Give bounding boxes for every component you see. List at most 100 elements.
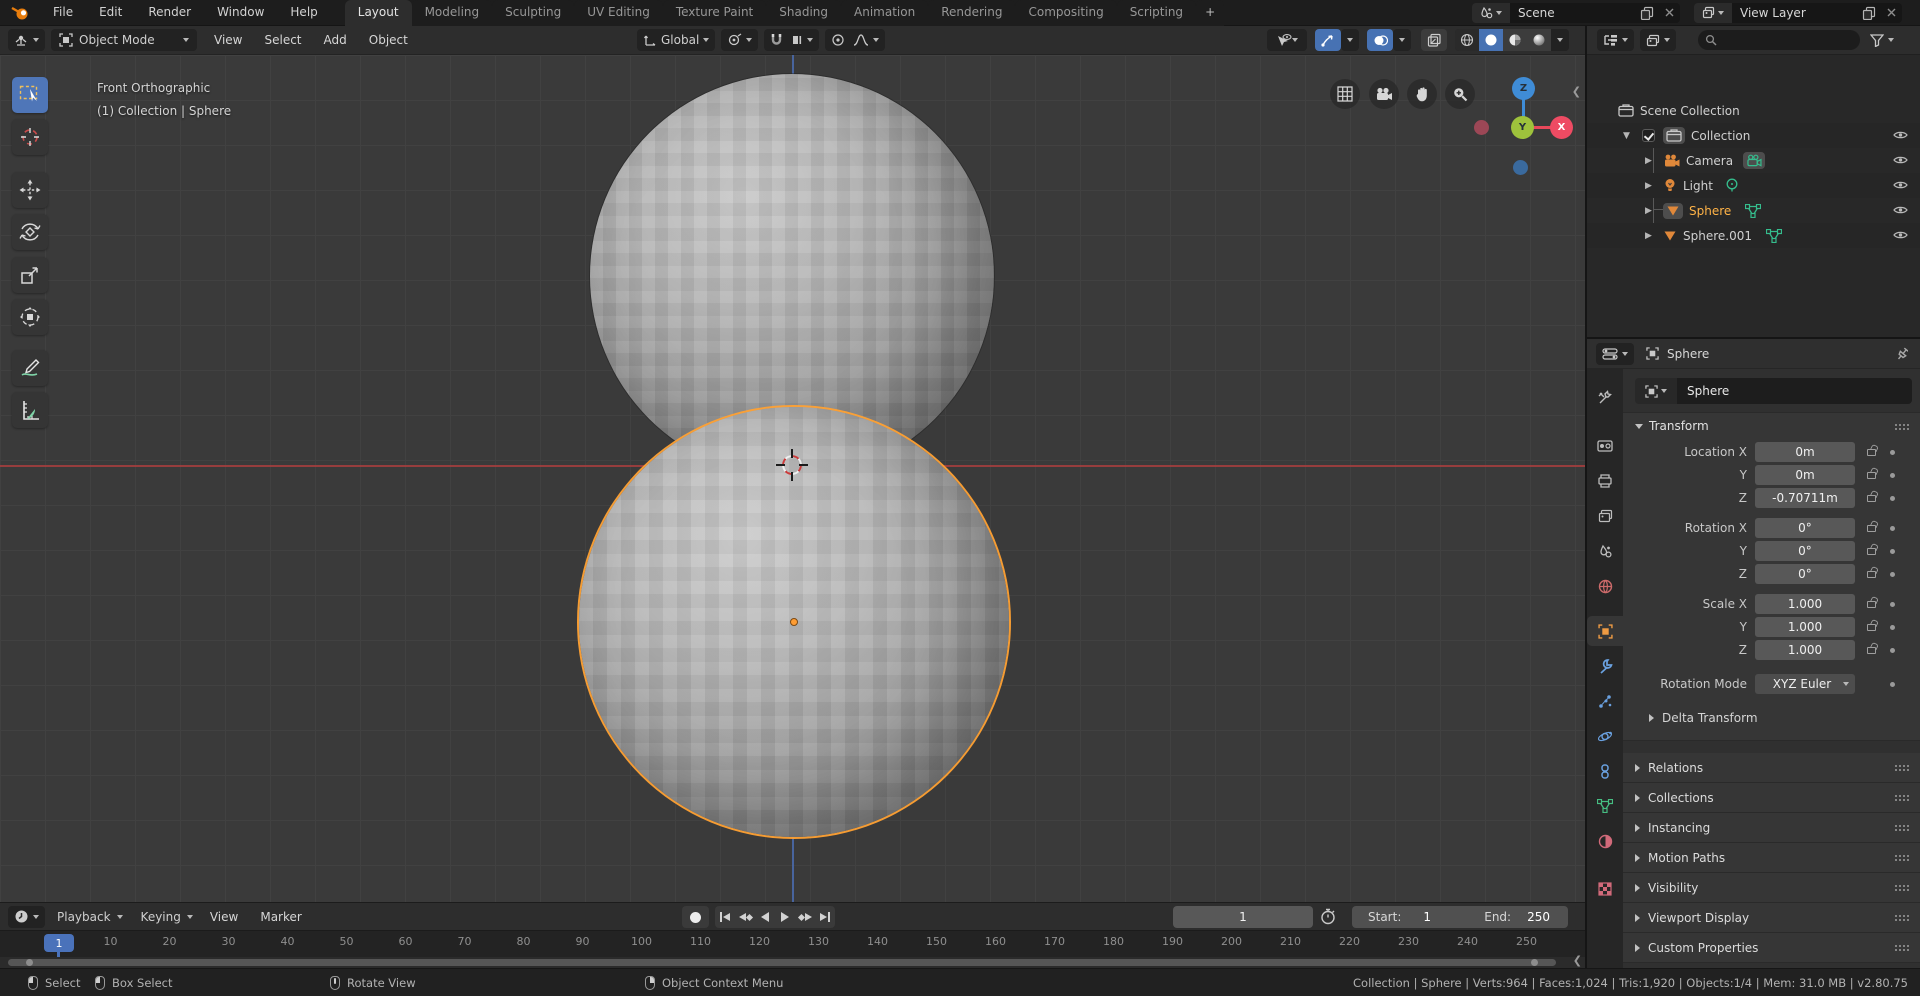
pan-view-button[interactable] xyxy=(1407,79,1437,109)
animate-dot[interactable] xyxy=(1890,602,1895,607)
jump-to-end-button[interactable] xyxy=(815,906,835,928)
collapsed-panel-header[interactable]: Motion Paths xyxy=(1623,843,1920,873)
transform-tool[interactable] xyxy=(12,299,48,335)
scrollbar-thumb[interactable] xyxy=(8,959,1556,966)
mode-dropdown[interactable]: Object Mode xyxy=(51,29,197,51)
tab-modifiers[interactable] xyxy=(1587,651,1623,681)
collapsed-panel-header[interactable]: Collections xyxy=(1623,783,1920,813)
outliner-editor-type-button[interactable] xyxy=(1597,29,1634,51)
transform-value-field[interactable]: 0° xyxy=(1755,518,1855,538)
shading-wireframe-button[interactable] xyxy=(1455,29,1479,51)
drag-grip-icon[interactable] xyxy=(1894,884,1910,891)
visibility-dropdown[interactable] xyxy=(1267,29,1307,51)
collection-checkbox[interactable] xyxy=(1642,129,1655,142)
animate-dot[interactable] xyxy=(1890,625,1895,630)
workspace-tab[interactable]: Texture Paint xyxy=(663,0,766,26)
gizmos-dropdown[interactable] xyxy=(1341,29,1359,51)
menu-item[interactable]: Render xyxy=(135,0,204,25)
workspace-tab[interactable]: Scripting xyxy=(1117,0,1196,26)
timeline-editor-type-button[interactable] xyxy=(8,906,45,928)
next-keyframe-button[interactable] xyxy=(795,906,815,928)
outliner-row-sphere-selected[interactable]: ▶ Sphere xyxy=(1587,198,1920,223)
outliner-row-scene-collection[interactable]: Scene Collection xyxy=(1587,98,1920,123)
gizmos-toggle[interactable] xyxy=(1315,29,1341,51)
transform-value-field[interactable]: -0.70711m xyxy=(1755,488,1855,508)
disclosure-open-icon[interactable]: ▼ xyxy=(1623,131,1633,141)
timeline-ruler[interactable]: 1 10203040506070809010011012013014015016… xyxy=(0,930,1585,957)
eye-icon[interactable] xyxy=(1893,179,1908,191)
view-layer-browse-button[interactable] xyxy=(1694,3,1732,23)
lock-icon[interactable] xyxy=(1863,571,1879,578)
tab-render[interactable] xyxy=(1587,431,1623,461)
pin-icon[interactable] xyxy=(1895,347,1908,361)
transform-value-field[interactable]: 0m xyxy=(1755,442,1855,462)
menu-item[interactable]: File xyxy=(40,0,86,25)
camera-view-button[interactable] xyxy=(1369,79,1399,109)
transform-value-field[interactable]: 1.000 xyxy=(1755,640,1855,660)
play-reverse-button[interactable] xyxy=(755,906,775,928)
blender-logo-icon[interactable] xyxy=(10,5,32,21)
scrollbar-handle-left[interactable] xyxy=(26,959,33,966)
menu-item[interactable]: Help xyxy=(277,0,330,25)
transform-value-field[interactable]: 0° xyxy=(1755,541,1855,561)
orientation-dropdown[interactable]: Global xyxy=(637,29,715,51)
gizmo-x-negative[interactable] xyxy=(1474,120,1489,135)
drag-grip-icon[interactable] xyxy=(1894,794,1910,801)
disclosure-closed-icon[interactable]: ▶ xyxy=(1645,206,1655,216)
menu-item[interactable]: Window xyxy=(204,0,277,25)
keying-menu[interactable]: Keying xyxy=(135,906,199,928)
tab-object-data[interactable] xyxy=(1587,791,1623,821)
timeline-view-menu[interactable]: View xyxy=(199,910,249,924)
lock-icon[interactable] xyxy=(1863,495,1879,502)
eye-icon[interactable] xyxy=(1893,204,1908,216)
lock-icon[interactable] xyxy=(1863,601,1879,608)
object-name-input[interactable]: Sphere xyxy=(1677,378,1912,404)
tab-tool[interactable] xyxy=(1587,383,1623,413)
overlays-toggle[interactable] xyxy=(1367,29,1393,51)
eye-icon[interactable] xyxy=(1893,154,1908,166)
mesh-data-icon[interactable] xyxy=(1745,204,1761,218)
toggle-grid-button[interactable] xyxy=(1330,79,1360,109)
timeline-collapse-arrow[interactable]: ❮ xyxy=(1573,954,1582,967)
playback-menu[interactable]: Playback xyxy=(51,906,129,928)
eye-icon[interactable] xyxy=(1893,129,1908,141)
disclosure-closed-icon[interactable]: ▶ xyxy=(1645,231,1655,241)
collapsed-panel-header[interactable]: Instancing xyxy=(1623,813,1920,843)
eye-icon[interactable] xyxy=(1893,229,1908,241)
lock-icon[interactable] xyxy=(1863,525,1879,532)
drag-grip-icon[interactable] xyxy=(1894,914,1910,921)
scrollbar-handle-right[interactable] xyxy=(1531,959,1538,966)
animate-dot[interactable] xyxy=(1890,572,1895,577)
animate-dot[interactable] xyxy=(1890,496,1895,501)
previous-keyframe-button[interactable] xyxy=(735,906,755,928)
tab-constraints[interactable] xyxy=(1587,756,1623,786)
transform-value-field[interactable]: 1.000 xyxy=(1755,594,1855,614)
lock-icon[interactable] xyxy=(1863,472,1879,479)
outliner-row-collection[interactable]: ▼ Collection xyxy=(1587,123,1920,148)
workspace-tab[interactable]: Layout xyxy=(345,0,412,26)
play-button[interactable] xyxy=(775,906,795,928)
viewport-canvas[interactable]: Front Orthographic (1) Collection | Sphe… xyxy=(0,55,1585,902)
zoom-view-button[interactable] xyxy=(1445,79,1475,109)
rotation-mode-dropdown[interactable]: XYZ Euler xyxy=(1755,674,1855,694)
light-data-icon[interactable] xyxy=(1725,178,1739,193)
scene-browse-button[interactable] xyxy=(1472,3,1510,23)
camera-data-icon[interactable] xyxy=(1743,152,1765,169)
tab-scene[interactable] xyxy=(1587,536,1623,566)
outliner-row-sphere-001[interactable]: ▶ Sphere.001 xyxy=(1587,223,1920,248)
tab-particles[interactable] xyxy=(1587,686,1623,716)
viewport-menu-select[interactable]: Select xyxy=(253,33,312,47)
shading-dropdown[interactable] xyxy=(1551,29,1569,51)
animate-dot[interactable] xyxy=(1890,549,1895,554)
pivot-point-dropdown[interactable] xyxy=(721,29,758,51)
xray-toggle[interactable] xyxy=(1421,29,1447,51)
workspace-tab[interactable]: Sculpting xyxy=(492,0,574,26)
disclosure-closed-icon[interactable]: ▶ xyxy=(1645,181,1655,191)
snap-group[interactable] xyxy=(764,29,819,51)
animate-dot[interactable] xyxy=(1890,682,1895,687)
menu-item[interactable]: Edit xyxy=(86,0,135,25)
workspace-tab[interactable]: Animation xyxy=(841,0,928,26)
overlays-dropdown[interactable] xyxy=(1393,29,1411,51)
sidebar-collapse-arrow[interactable]: ❮ xyxy=(1572,85,1581,98)
drag-grip-icon[interactable] xyxy=(1894,423,1910,430)
